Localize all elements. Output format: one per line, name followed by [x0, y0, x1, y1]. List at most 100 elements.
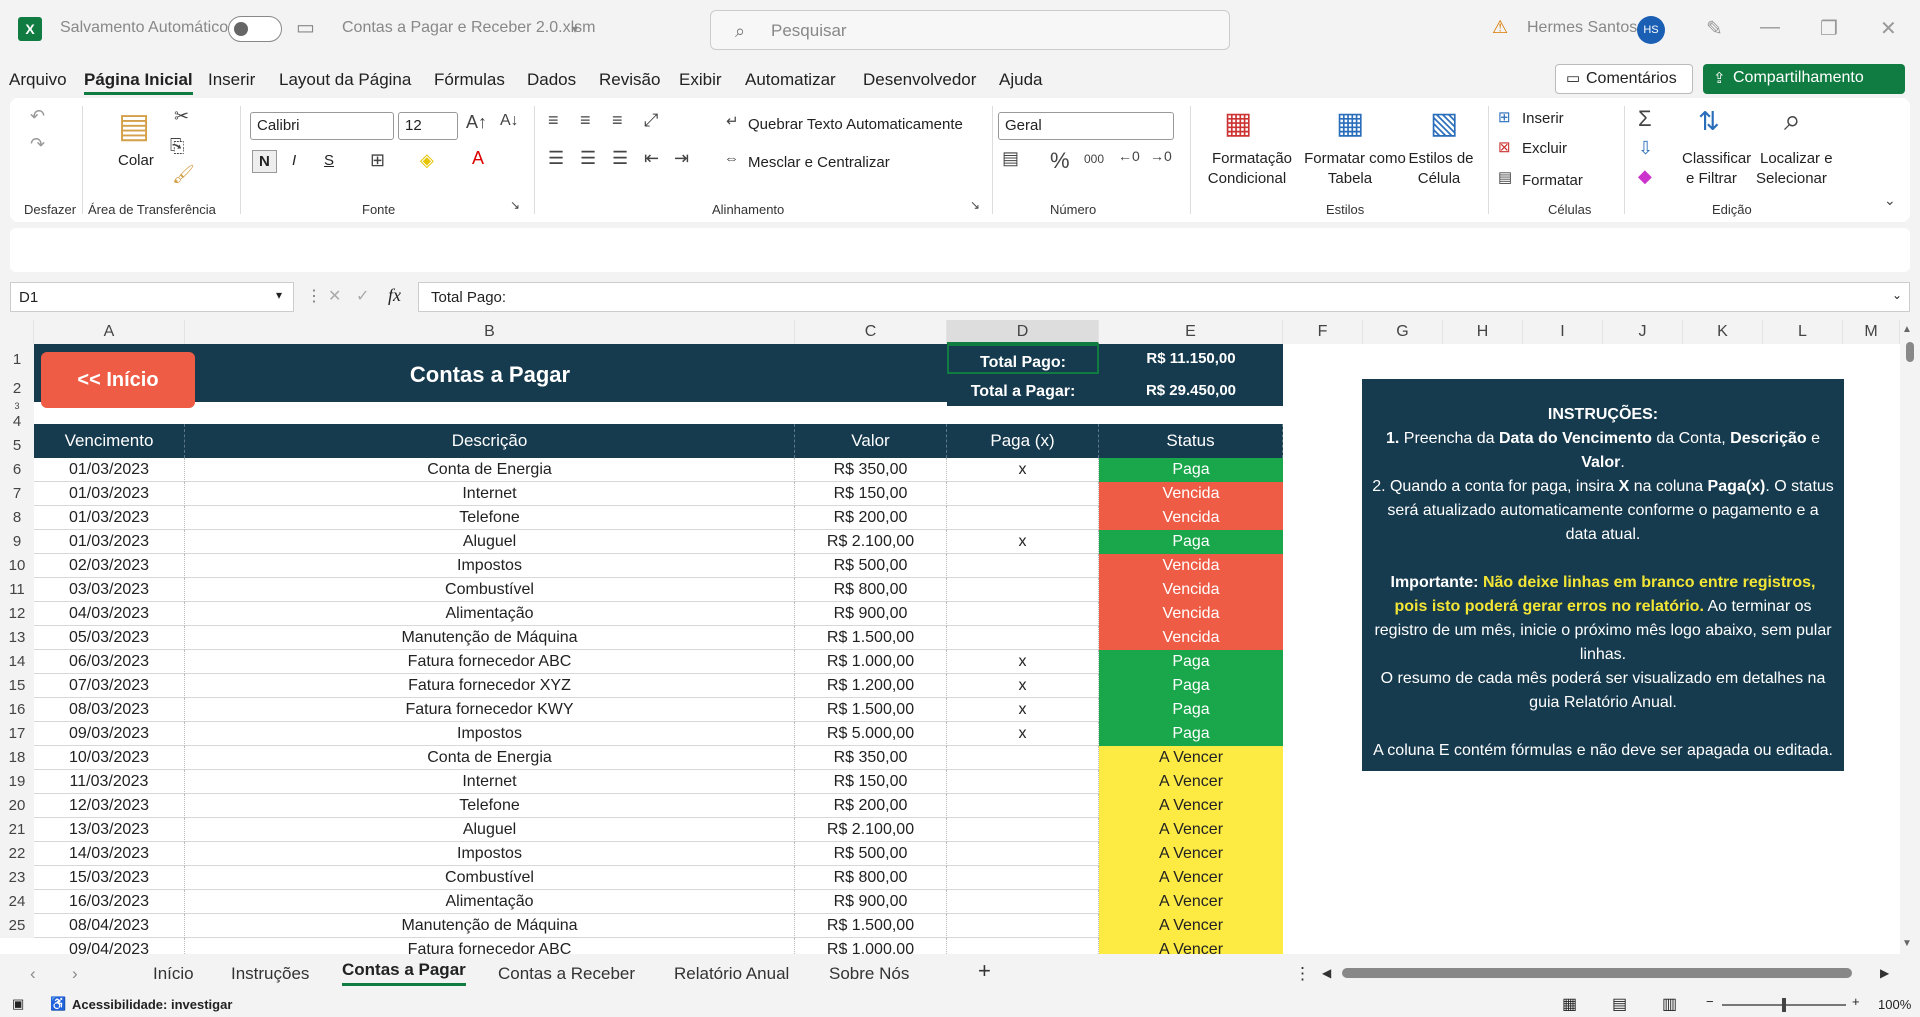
borders-icon[interactable]: ⊞ [370, 150, 385, 171]
due-date-cell[interactable]: 10/03/2023 [34, 746, 185, 770]
name-box-chevron-icon[interactable]: ▾ [276, 288, 282, 302]
file-name[interactable]: Contas a Pagar e Receber 2.0.xlsm [342, 19, 595, 37]
description-cell[interactable]: Alimentação [185, 602, 795, 626]
paid-cell[interactable] [947, 866, 1099, 890]
horizontal-scrollbar[interactable] [1342, 968, 1852, 978]
table-header-cell[interactable]: Descrição [185, 424, 795, 458]
align-center-icon[interactable]: ☰ [580, 148, 596, 169]
description-cell[interactable]: Conta de Energia [185, 458, 795, 482]
paid-cell[interactable] [947, 578, 1099, 602]
total-paid-value[interactable]: R$ 11.150,00 [1099, 344, 1283, 374]
status-cell[interactable]: Vencida [1099, 602, 1283, 626]
status-cell[interactable]: Vencida [1099, 578, 1283, 602]
status-cell[interactable]: Paga [1099, 698, 1283, 722]
row-header[interactable]: 22 [0, 842, 34, 866]
cell-styles-icon[interactable]: ▧ [1430, 106, 1458, 141]
row-header[interactable]: 13 [0, 626, 34, 650]
scroll-down-icon[interactable]: ▼ [1902, 938, 1912, 949]
paid-cell[interactable] [947, 554, 1099, 578]
value-cell[interactable]: R$ 350,00 [795, 746, 947, 770]
grow-font-icon[interactable]: A↑ [466, 112, 487, 133]
due-date-cell[interactable]: 09/03/2023 [34, 722, 185, 746]
row-header[interactable]: 18 [0, 746, 34, 770]
format-painter-icon[interactable]: 🖌 [172, 164, 195, 185]
due-date-cell[interactable]: 06/03/2023 [34, 650, 185, 674]
align-top-icon[interactable]: ≡ [548, 110, 559, 131]
row-header[interactable]: 3 [0, 402, 34, 411]
status-cell[interactable]: A Vencer [1099, 794, 1283, 818]
row-header[interactable]: 8 [0, 506, 34, 530]
value-cell[interactable]: R$ 900,00 [795, 890, 947, 914]
paid-cell[interactable]: x [947, 674, 1099, 698]
row-header[interactable]: 19 [0, 770, 34, 794]
select-all-corner[interactable] [0, 320, 34, 344]
font-color-icon[interactable]: A [472, 148, 484, 169]
value-cell[interactable]: R$ 350,00 [795, 458, 947, 482]
table-header-cell[interactable]: Paga (x) [947, 424, 1099, 458]
find-select-label-2[interactable]: Selecionar [1756, 170, 1827, 187]
description-cell[interactable]: Fatura fornecedor ABC [185, 650, 795, 674]
page-layout-icon[interactable]: ▤ [1612, 994, 1627, 1014]
percent-icon[interactable]: % [1050, 148, 1070, 174]
conditional-format-icon[interactable]: ▦ [1224, 106, 1252, 141]
hscroll-left-icon[interactable]: ◀ [1322, 966, 1331, 980]
menu-pagina-inicial[interactable]: Página Inicial [84, 70, 193, 95]
paid-cell[interactable] [947, 842, 1099, 866]
underline-button[interactable]: S [324, 152, 334, 169]
description-cell[interactable]: Fatura fornecedor XYZ [185, 674, 795, 698]
redo-icon[interactable]: ↷ [30, 134, 45, 155]
conditional-format-label-2[interactable]: Condicional [1202, 170, 1292, 187]
status-cell[interactable]: Paga [1099, 650, 1283, 674]
col-header-c[interactable]: C [795, 320, 947, 344]
row-header[interactable]: 25 [0, 914, 34, 938]
maximize-icon[interactable]: ❐ [1820, 16, 1838, 41]
row-header[interactable]: 20 [0, 794, 34, 818]
autosum-icon[interactable]: Σ [1638, 106, 1652, 132]
value-cell[interactable]: R$ 200,00 [795, 794, 947, 818]
paid-cell[interactable] [947, 890, 1099, 914]
value-cell[interactable]: R$ 1.500,00 [795, 914, 947, 938]
due-date-cell[interactable]: 15/03/2023 [34, 866, 185, 890]
menu-inserir[interactable]: Inserir [208, 70, 255, 90]
total-due-label[interactable]: Total a Pagar: [947, 376, 1099, 406]
status-cell[interactable]: Vencida [1099, 506, 1283, 530]
macro-record-icon[interactable]: ▣ [12, 996, 24, 1012]
status-cell[interactable]: Paga [1099, 458, 1283, 482]
increase-indent-icon[interactable]: ⇥ [674, 148, 689, 169]
row-header[interactable]: 4 [0, 410, 34, 434]
format-cells-icon[interactable]: ▤ [1498, 168, 1512, 186]
paste-icon[interactable]: ▤ [118, 106, 150, 146]
row-header[interactable]: 16 [0, 698, 34, 722]
description-cell[interactable]: Manutenção de Máquina [185, 914, 795, 938]
add-sheet-icon[interactable]: + [978, 958, 991, 984]
cell-styles-label-1[interactable]: Estilos de [1406, 150, 1476, 167]
paid-cell[interactable] [947, 482, 1099, 506]
cancel-icon[interactable]: ✕ [328, 286, 341, 306]
value-cell[interactable]: R$ 1.500,00 [795, 698, 947, 722]
due-date-cell[interactable]: 01/03/2023 [34, 506, 185, 530]
font-name-select[interactable]: Calibri [250, 112, 394, 140]
due-date-cell[interactable]: 11/03/2023 [34, 770, 185, 794]
due-date-cell[interactable]: 12/03/2023 [34, 794, 185, 818]
col-header-l[interactable]: L [1763, 320, 1843, 344]
bold-button[interactable]: N [252, 150, 277, 173]
col-header-j[interactable]: J [1603, 320, 1683, 344]
col-header-m[interactable]: M [1843, 320, 1900, 344]
row-header[interactable]: 14 [0, 650, 34, 674]
align-middle-icon[interactable]: ≡ [580, 110, 591, 131]
fill-color-icon[interactable]: ◈ [420, 150, 434, 171]
accessibility-icon[interactable]: ♿ [50, 996, 66, 1012]
value-cell[interactable]: R$ 150,00 [795, 482, 947, 506]
description-cell[interactable]: Telefone [185, 506, 795, 530]
due-date-cell[interactable]: 07/03/2023 [34, 674, 185, 698]
menu-desenvolvedor[interactable]: Desenvolvedor [863, 70, 976, 90]
value-cell[interactable]: R$ 1.200,00 [795, 674, 947, 698]
insert-function-icon[interactable]: fx [388, 285, 401, 306]
value-cell[interactable]: R$ 1.000,00 [795, 938, 947, 954]
merge-icon[interactable]: ⇔ [724, 150, 739, 167]
due-date-cell[interactable]: 08/04/2023 [34, 914, 185, 938]
number-format-select[interactable]: Geral [998, 112, 1174, 140]
due-date-cell[interactable]: 04/03/2023 [34, 602, 185, 626]
align-bottom-icon[interactable]: ≡ [612, 110, 623, 131]
fill-icon[interactable]: ⇩ [1638, 138, 1653, 159]
